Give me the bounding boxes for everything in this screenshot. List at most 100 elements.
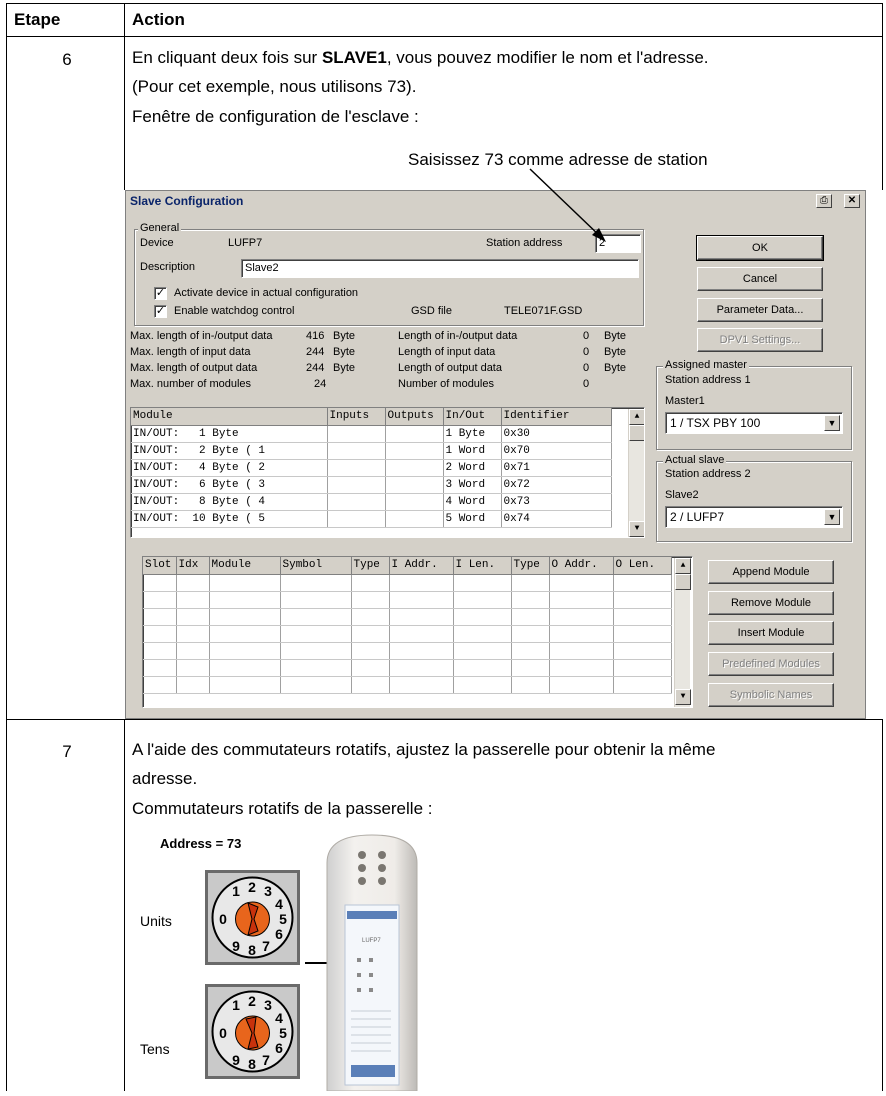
row7-line1: A l'aide des commutateurs rotatifs, ajus… (132, 740, 716, 759)
module-cell (385, 442, 444, 460)
stat-label: Length of input data (398, 346, 496, 358)
module-scrollbar[interactable]: ▲ ▼ (628, 409, 644, 537)
gsd-file-label: GSD file (411, 305, 452, 317)
append-module-button[interactable]: Append Module (708, 560, 834, 584)
slot-scrollbar[interactable]: ▲ ▼ (674, 558, 691, 707)
close-icon[interactable]: ✕ (844, 194, 860, 208)
module-cell: 1 Byte (443, 425, 502, 443)
stat-value: 0 (583, 378, 590, 390)
slot-row[interactable] (143, 625, 672, 643)
module-cell: IN/OUT: 2 Byte ( 1 (131, 442, 328, 460)
row6-line2: (Pour cet exemple, nous utilisons 73). (132, 77, 417, 96)
module-row[interactable]: IN/OUT: 8 Byte ( 4 4 Word 0x73 (131, 493, 612, 511)
col-idx[interactable]: Idx (176, 557, 210, 575)
scroll-up-icon[interactable]: ▲ (675, 558, 691, 574)
header-action: Action (132, 10, 185, 29)
print-icon[interactable]: ⎙ (816, 194, 832, 208)
module-cell: IN/OUT: 10 Byte ( 5 (131, 510, 328, 528)
table-border-right-lower (882, 719, 883, 1091)
master-select[interactable]: 1 / TSX PBY 100 ▼ (665, 412, 843, 434)
module-row[interactable]: IN/OUT: 2 Byte ( 1 1 Word 0x70 (131, 442, 612, 460)
svg-text:1: 1 (232, 997, 240, 1013)
actual-slave-legend: Actual slave (663, 454, 727, 466)
cancel-button[interactable]: Cancel (697, 267, 823, 291)
col-slot[interactable]: Slot (143, 557, 177, 575)
col-i-len[interactable]: I Len. (453, 557, 512, 575)
module-cell (327, 493, 386, 511)
assigned-master-legend: Assigned master (663, 359, 749, 371)
module-cell (327, 476, 386, 494)
col-in-out[interactable]: In/Out (443, 408, 502, 426)
svg-text:4: 4 (275, 1010, 283, 1026)
table-column-divider-lower (124, 719, 125, 1091)
module-row[interactable]: IN/OUT: 6 Byte ( 3 3 Word 0x72 (131, 476, 612, 494)
col-o-len[interactable]: O Len. (613, 557, 672, 575)
stat-unit: Byte (333, 346, 356, 358)
dpv1-settings-button[interactable]: DPV1 Settings... (697, 328, 823, 352)
scroll-thumb[interactable] (675, 574, 691, 590)
stat-value: 0 (583, 346, 590, 358)
chevron-down-icon[interactable]: ▼ (824, 415, 840, 431)
module-cell (327, 425, 386, 443)
tens-rotary-switch: 234 567 8901 (205, 984, 300, 1079)
units-label: Units (140, 913, 172, 929)
ok-button[interactable]: OK (696, 235, 824, 261)
col-type[interactable]: Type (351, 557, 390, 575)
col-o-addr[interactable]: O Addr. (549, 557, 614, 575)
module-row[interactable]: IN/OUT: 4 Byte ( 2 2 Word 0x71 (131, 459, 612, 477)
slave-select[interactable]: 2 / LUFP7 ▼ (665, 506, 843, 528)
dialog-title: Slave Configuration (130, 194, 244, 208)
col-inputs[interactable]: Inputs (327, 408, 386, 426)
insert-module-button[interactable]: Insert Module (708, 621, 834, 645)
col-i-addr[interactable]: I Addr. (389, 557, 454, 575)
module-cell: IN/OUT: 4 Byte ( 2 (131, 459, 328, 477)
scroll-up-icon[interactable]: ▲ (629, 409, 644, 425)
description-label: Description (140, 261, 196, 273)
scroll-thumb[interactable] (629, 425, 644, 441)
col-type-out[interactable]: Type (511, 557, 550, 575)
slot-row[interactable] (143, 591, 672, 609)
stat-value: 416 (306, 330, 325, 342)
slot-row[interactable] (143, 642, 672, 660)
predefined-modules-button[interactable]: Predefined Modules (708, 652, 834, 676)
device-label: LUFP7 (362, 938, 381, 944)
activate-checkbox[interactable]: ✓ (154, 287, 167, 300)
module-cell (385, 459, 444, 477)
stat-label: Length of output data (398, 362, 502, 374)
slot-list[interactable]: Slot Idx Module Symbol Type I Addr. I Le… (142, 556, 693, 708)
svg-text:2: 2 (248, 879, 256, 895)
slot-row[interactable] (143, 608, 672, 626)
module-cell: 0x74 (501, 510, 612, 528)
step-number-6: 6 (62, 50, 72, 69)
watchdog-checkbox[interactable]: ✓ (154, 305, 167, 318)
module-list[interactable]: Module Inputs Outputs In/Out Identifier … (130, 407, 645, 538)
device-value: LUFP7 (228, 237, 263, 249)
module-cell: 2 Word (443, 459, 502, 477)
col-outputs[interactable]: Outputs (385, 408, 444, 426)
symbolic-names-button[interactable]: Symbolic Names (708, 683, 834, 707)
stat-unit: Byte (604, 346, 627, 358)
stat-label: Max. length of input data (130, 346, 251, 358)
station-address-input[interactable]: 2 (595, 234, 641, 253)
parameter-data-button[interactable]: Parameter Data... (697, 298, 823, 322)
col-identifier[interactable]: Identifier (501, 408, 612, 426)
svg-text:5: 5 (279, 1025, 287, 1041)
slot-row[interactable] (143, 574, 672, 592)
chevron-down-icon[interactable]: ▼ (824, 509, 840, 525)
module-row[interactable]: IN/OUT: 1 Byte 1 Byte 0x30 (131, 425, 612, 443)
slot-row[interactable] (143, 659, 672, 677)
stat-label: Max. length of in-/output data (130, 330, 273, 342)
remove-module-button[interactable]: Remove Module (708, 591, 834, 615)
slot-row[interactable] (143, 676, 672, 694)
description-input[interactable]: Slave2 (241, 259, 639, 278)
row6-line1: En cliquant deux fois sur SLAVE1, vous p… (132, 48, 709, 67)
assigned-master-station: Station address 1 (665, 374, 751, 386)
col-module[interactable]: Module (131, 408, 328, 426)
module-row[interactable]: IN/OUT: 10 Byte ( 5 5 Word 0x74 (131, 510, 612, 528)
col-symbol[interactable]: Symbol (280, 557, 352, 575)
scroll-down-icon[interactable]: ▼ (675, 689, 691, 705)
col-module[interactable]: Module (209, 557, 281, 575)
svg-text:4: 4 (275, 896, 283, 912)
scroll-down-icon[interactable]: ▼ (629, 521, 644, 537)
svg-text:0: 0 (219, 911, 227, 927)
